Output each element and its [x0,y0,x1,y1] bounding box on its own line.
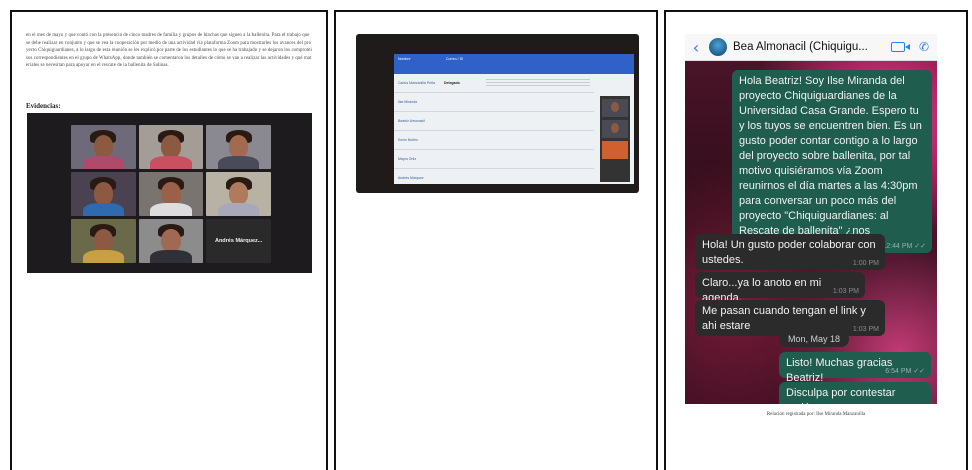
table-row: Kevin Núñez [394,131,594,150]
table-row: Beatriz Almonacil [394,112,594,131]
message-text: Me pasan cuando tengan el link y ahi est… [702,305,866,332]
table-row: Mayra Ortiz [394,150,594,169]
photo-caption: Relación registrada por: Ilse Miranda Ma… [766,412,866,417]
video-tile [71,125,136,169]
participant-video-strip [600,96,630,182]
column-header: Nombre [398,57,411,61]
message-time: 1:03 PM [852,326,879,333]
message-time: 6:54 PM ✓✓ [885,368,925,375]
table-row: Carlos Manzanilla Peña Delegado [394,74,594,93]
zoom-meeting-photo: Andrés Márquez... [27,113,312,273]
video-tile [138,219,204,263]
phone-call-icon[interactable]: ✆ [919,40,929,54]
message-time: 1:03 PM [832,288,859,295]
evidence-heading: Evidencias: [26,102,61,110]
table-header: Nombre Correo / ID [394,54,634,74]
whatsapp-screenshot: ‹ Bea Almonacil (Chiquigu... ✆ Hola Beat… [685,34,937,404]
body-paragraph: en el mes de mayo y que contó con la pre… [26,33,312,69]
message-bubble-incoming[interactable]: Claro...ya lo anoto en mi agenda. 1:03 P… [695,272,865,304]
column-header: Correo / ID [446,57,464,61]
message-time: 1:00 PM [852,260,879,267]
zoom-video-grid: Andrés Márquez... [71,125,271,263]
message-bubble-incoming[interactable]: Hola! Un gusto poder colaborar con usted… [695,234,885,270]
message-text: Hola! Un gusto poder colaborar con usted… [702,239,876,266]
video-thumb [602,120,628,138]
column-header [486,54,634,74]
video-thumb [602,141,628,159]
date-separator: Mon, May 18 [779,331,849,347]
avatar[interactable] [709,38,727,56]
message-bubble-outgoing[interactable]: Hola Beatriz! Soy Ilse Miranda del proye… [732,70,932,253]
tablet-photo: Nombre Correo / ID Carlos Manzanilla Peñ… [356,34,639,193]
message-bubble-outgoing[interactable]: Disculpa por contestar recién [779,382,931,404]
video-tile [71,172,136,216]
video-tile [71,219,136,263]
table-row: Andrés Márquez [394,169,594,184]
document-page-2: Nombre Correo / ID Carlos Manzanilla Peñ… [334,10,658,470]
video-tile [138,125,204,169]
participant-name: Andrés Márquez... [206,219,271,263]
message-bubble-outgoing[interactable]: Listo! Muchas gracias Beatriz! 6:54 PM ✓… [779,352,931,384]
tablet-screen: Nombre Correo / ID Carlos Manzanilla Peñ… [394,54,634,184]
video-call-icon[interactable] [891,42,910,52]
document-page-3: ‹ Bea Almonacil (Chiquigu... ✆ Hola Beat… [664,10,968,470]
video-tile [206,172,271,216]
back-chevron-icon[interactable]: ‹ [689,34,703,60]
video-thumb [602,99,628,117]
table-body: Carlos Manzanilla Peña Delegado Ilse Mira… [394,74,594,184]
document-page-1: en el mes de mayo y que contó con la pre… [10,10,328,470]
table-row: Ilse Miranda [394,93,594,112]
message-text: Hola Beatriz! Soy Ilse Miranda del proye… [739,75,922,252]
message-text: Disculpa por contestar recién [786,387,896,404]
chat-header: ‹ Bea Almonacil (Chiquigu... ✆ [685,34,937,61]
contact-name[interactable]: Bea Almonacil (Chiquigu... [733,41,883,53]
video-tile [138,172,204,216]
video-tile [206,125,271,169]
video-tile-name-only: Andrés Márquez... [206,219,271,263]
message-time: 12:44 PM ✓✓ [882,243,926,250]
